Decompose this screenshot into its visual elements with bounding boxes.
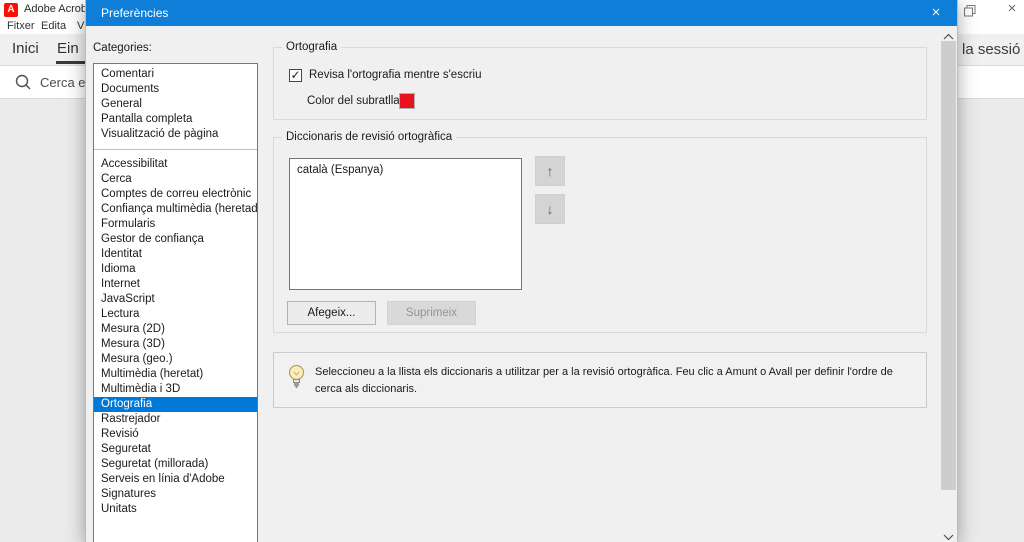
preferences-dialog: Preferències × Categories: ComentariDocu… [85,0,958,542]
window-close-icon[interactable]: × [1002,0,1022,17]
dictionary-list[interactable]: català (Espanya) [289,158,522,290]
lightbulb-icon [288,364,305,395]
scrollbar-thumb[interactable] [941,41,956,490]
category-item[interactable]: Serveis en línia d'Adobe [94,472,257,487]
dialog-title: Preferències [101,6,168,20]
category-item[interactable]: Comentari [94,67,257,82]
ortografia-group-title: Ortografia [282,41,341,53]
dialog-close-icon[interactable]: × [922,0,950,26]
tab-eines-underline [56,61,85,64]
move-up-button[interactable]: ↑ [535,156,565,186]
adobe-acrobat-icon: A [4,3,18,17]
screen: A Adobe Acrob × Fitxer Edita V Inici Ein… [0,0,1024,542]
category-item[interactable]: Pantalla completa [94,112,257,127]
spellcheck-checkbox[interactable]: ✓ [289,69,302,82]
category-item[interactable]: Unitats [94,502,257,517]
menu-visualitza[interactable]: V [77,20,84,32]
dictionary-item[interactable]: català (Espanya) [290,163,521,176]
category-item[interactable]: Multimèdia (heretat) [94,367,257,382]
category-item[interactable]: Rastrejador [94,412,257,427]
categories-list[interactable]: ComentariDocumentsGeneralPantalla comple… [93,63,258,542]
info-text: Seleccioneu a la llista els diccionaris … [315,364,915,398]
spellcheck-checkbox-label[interactable]: Revisa l'ortografia mentre s'escriu [309,69,481,81]
category-item[interactable]: Mesura (2D) [94,322,257,337]
menu-fitxer[interactable]: Fitxer [7,20,35,32]
category-item[interactable]: Cerca [94,172,257,187]
category-item[interactable]: Ortografia [94,397,257,412]
tab-inici[interactable]: Inici [12,40,39,57]
category-item[interactable]: Visualització de pàgina [94,127,257,142]
app-title: Adobe Acrob [24,3,87,15]
underline-color-swatch[interactable] [399,93,415,109]
dialog-titlebar[interactable]: Preferències × [86,0,957,26]
tab-eines[interactable]: Ein [57,40,79,57]
add-dictionary-button[interactable]: Afegeix... [287,301,376,325]
category-item[interactable]: Gestor de confiança [94,232,257,247]
category-item[interactable]: JavaScript [94,292,257,307]
category-item[interactable]: Seguretat [94,442,257,457]
remove-dictionary-button: Suprimeix [387,301,476,325]
category-item[interactable]: Idioma [94,262,257,277]
category-item[interactable]: Identitat [94,247,257,262]
category-item[interactable]: Signatures [94,487,257,502]
category-item[interactable]: Internet [94,277,257,292]
info-box: Seleccioneu a la llista els diccionaris … [273,352,927,408]
category-separator [94,142,257,157]
category-item[interactable]: Documents [94,82,257,97]
dialog-scrollbar[interactable] [940,27,957,542]
session-button-label[interactable]: la sessió [962,41,1020,58]
category-item[interactable]: General [94,97,257,112]
categories-label: Categories: [93,42,152,54]
underline-color-label: Color del subratllat: [307,95,406,107]
category-item[interactable]: Accessibilitat [94,157,257,172]
category-item[interactable]: Confiança multimèdia (heretada) [94,202,257,217]
dictionaries-group: Diccionaris de revisió ortogràfica catal… [273,137,927,333]
category-item[interactable]: Mesura (3D) [94,337,257,352]
category-item[interactable]: Comptes de correu electrònic [94,187,257,202]
category-item[interactable]: Revisió [94,427,257,442]
category-item[interactable]: Lectura [94,307,257,322]
category-item[interactable]: Mesura (geo.) [94,352,257,367]
category-item[interactable]: Seguretat (millorada) [94,457,257,472]
scroll-up-icon[interactable] [940,27,957,41]
ortografia-group: Ortografia ✓ Revisa l'ortografia mentre … [273,47,927,120]
dictionaries-group-title: Diccionaris de revisió ortogràfica [282,131,456,143]
search-input-text[interactable]: Cerca e [40,75,86,90]
scroll-down-icon[interactable] [940,528,957,542]
search-icon [14,73,32,96]
category-item[interactable]: Formularis [94,217,257,232]
menu-edita[interactable]: Edita [41,20,66,32]
category-item[interactable]: Multimèdia i 3D [94,382,257,397]
move-down-button[interactable]: ↓ [535,194,565,224]
